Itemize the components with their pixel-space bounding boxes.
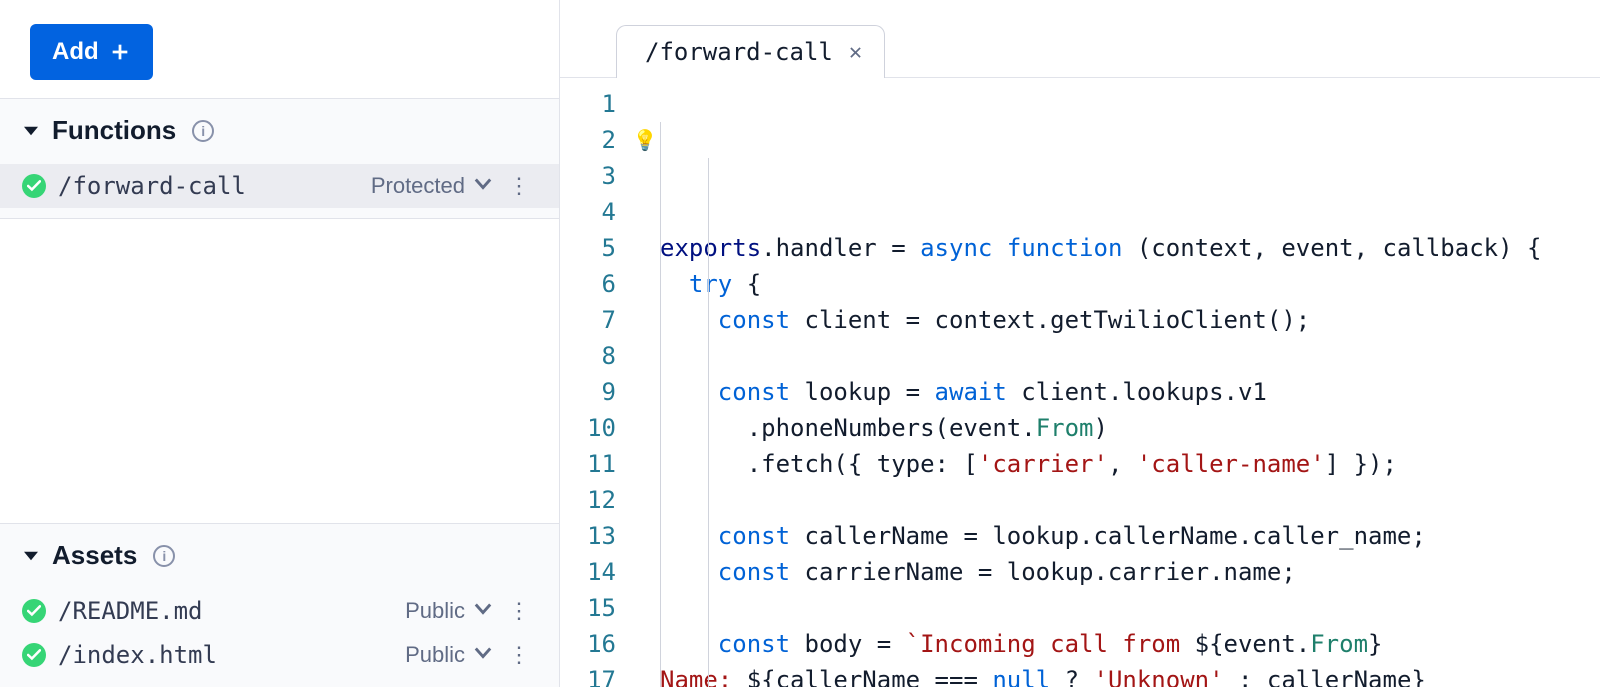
line-number: 16	[560, 626, 616, 662]
code-line[interactable]: const client = context.getTwilioClient()…	[660, 302, 1600, 338]
line-number: 17	[560, 662, 616, 687]
line-number: 12	[560, 482, 616, 518]
code-line[interactable]: .fetch({ type: ['carrier', 'caller-name'…	[660, 446, 1600, 482]
info-icon[interactable]: i	[192, 120, 214, 142]
visibility-chevron-icon[interactable]	[465, 175, 501, 198]
visibility-chevron-icon[interactable]	[465, 644, 501, 667]
add-button-label: Add	[52, 38, 99, 66]
asset-item-name: /index.html	[58, 641, 395, 669]
code-line[interactable]	[660, 590, 1600, 626]
assets-title: Assets	[52, 540, 137, 571]
visibility-chevron-icon[interactable]	[465, 600, 501, 623]
functions-title: Functions	[52, 115, 176, 146]
functions-section: Functions i /forward-call Protected ⋮	[0, 98, 559, 219]
code-line[interactable]: .phoneNumbers(event.From)	[660, 410, 1600, 446]
code-line[interactable]: const lookup = await client.lookups.v1	[660, 374, 1600, 410]
more-menu-icon[interactable]: ⋮	[501, 173, 537, 199]
code-line[interactable]	[660, 482, 1600, 518]
sidebar-spacer	[0, 229, 559, 523]
editor-tab[interactable]: /forward-call ✕	[616, 25, 885, 78]
asset-item-name: /README.md	[58, 597, 395, 625]
asset-item[interactable]: /index.html Public ⋮	[0, 633, 559, 677]
info-icon[interactable]: i	[153, 545, 175, 567]
code-content[interactable]: exports.handler = async function (contex…	[660, 78, 1600, 687]
editor-tab-label: /forward-call	[645, 38, 833, 66]
editor-pane: /forward-call ✕ 123456789101112131415161…	[560, 0, 1600, 687]
asset-item-visibility: Public	[405, 598, 465, 624]
line-number: 2	[560, 122, 616, 158]
editor-tabs: /forward-call ✕	[560, 0, 1600, 78]
asset-item-visibility: Public	[405, 642, 465, 668]
line-number: 6	[560, 266, 616, 302]
assets-header[interactable]: Assets i	[0, 524, 559, 585]
function-item[interactable]: /forward-call Protected ⋮	[0, 164, 559, 208]
more-menu-icon[interactable]: ⋮	[501, 642, 537, 668]
function-item-visibility: Protected	[371, 173, 465, 199]
close-icon[interactable]: ✕	[849, 40, 862, 65]
hint-gutter: 💡	[630, 78, 660, 687]
line-number: 8	[560, 338, 616, 374]
status-ok-icon	[22, 599, 46, 623]
code-line[interactable]: const callerName = lookup.callerName.cal…	[660, 518, 1600, 554]
code-line[interactable]: const body = `Incoming call from ${event…	[660, 626, 1600, 662]
assets-list: /README.md Public ⋮ /index.html Public	[0, 585, 559, 687]
app-root: Add Functions i /forward-call	[0, 0, 1600, 687]
add-button[interactable]: Add	[30, 24, 153, 80]
more-menu-icon[interactable]: ⋮	[501, 598, 537, 624]
function-item-name: /forward-call	[58, 172, 361, 200]
add-row: Add	[0, 24, 559, 98]
line-number: 7	[560, 302, 616, 338]
functions-list: /forward-call Protected ⋮	[0, 160, 559, 218]
plus-icon	[109, 41, 131, 63]
line-number: 9	[560, 374, 616, 410]
code-editor[interactable]: 1234567891011121314151617 💡 exports.hand…	[560, 78, 1600, 687]
line-number: 5	[560, 230, 616, 266]
status-ok-icon	[22, 174, 46, 198]
code-line[interactable]: Name: ${callerName === null ? 'Unknown' …	[660, 662, 1600, 687]
sidebar: Add Functions i /forward-call	[0, 0, 560, 687]
lightbulb-icon[interactable]: 💡	[630, 122, 660, 158]
line-number: 1	[560, 86, 616, 122]
line-number: 11	[560, 446, 616, 482]
line-number: 10	[560, 410, 616, 446]
line-number: 13	[560, 518, 616, 554]
line-number: 14	[560, 554, 616, 590]
code-line[interactable]	[660, 338, 1600, 374]
line-number: 3	[560, 158, 616, 194]
functions-header[interactable]: Functions i	[0, 99, 559, 160]
code-line[interactable]: const carrierName = lookup.carrier.name;	[660, 554, 1600, 590]
asset-item[interactable]: /README.md Public ⋮	[0, 589, 559, 633]
chevron-down-icon	[22, 547, 40, 565]
line-number-gutter: 1234567891011121314151617	[560, 78, 630, 687]
line-number: 4	[560, 194, 616, 230]
line-number: 15	[560, 590, 616, 626]
code-line[interactable]: try {	[660, 266, 1600, 302]
code-line[interactable]: exports.handler = async function (contex…	[660, 230, 1600, 266]
chevron-down-icon	[22, 122, 40, 140]
status-ok-icon	[22, 643, 46, 667]
assets-section: Assets i /README.md Public ⋮	[0, 523, 559, 687]
